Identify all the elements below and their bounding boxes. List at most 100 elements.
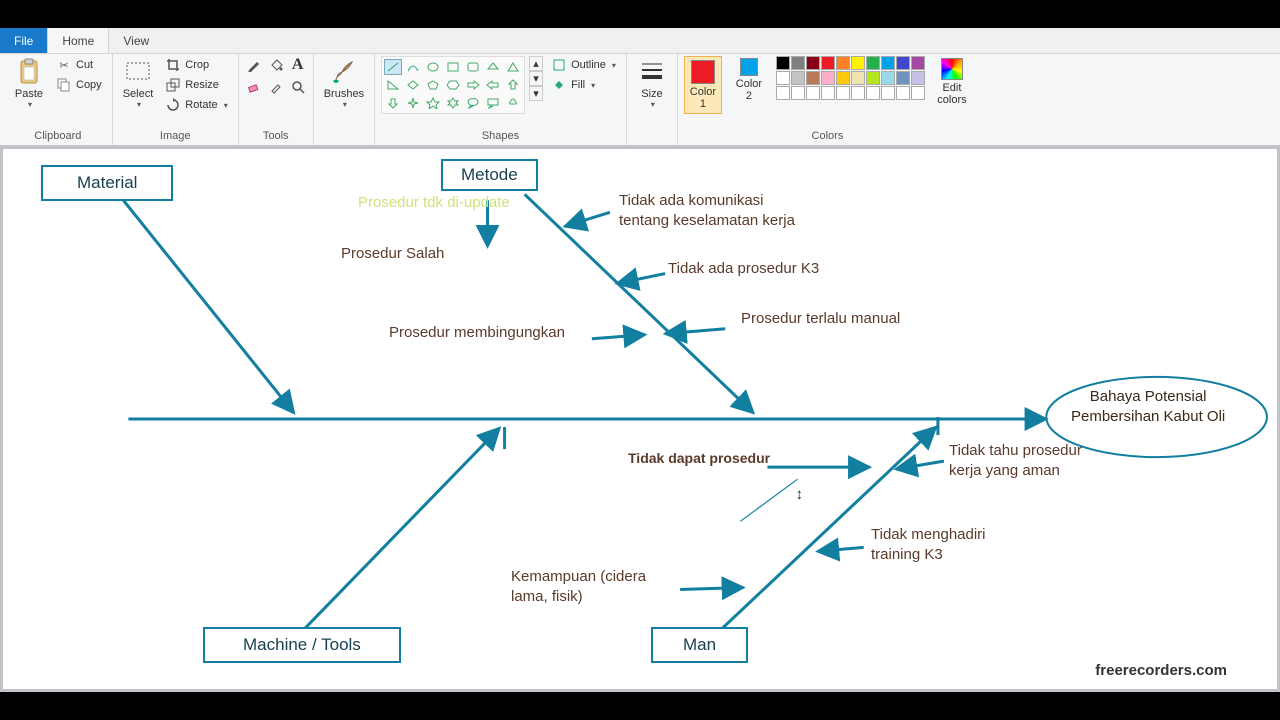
group-shapes-label: Shapes bbox=[381, 128, 620, 145]
brushes-button[interactable]: Brushes ▾ bbox=[320, 56, 368, 111]
color-swatch[interactable] bbox=[896, 56, 910, 70]
color-swatch[interactable] bbox=[851, 56, 865, 70]
color-swatch[interactable] bbox=[881, 56, 895, 70]
magnifier-tool[interactable] bbox=[289, 78, 307, 96]
shape-diamond[interactable] bbox=[404, 77, 422, 93]
crop-button[interactable]: Crop bbox=[161, 56, 231, 74]
color-swatch[interactable] bbox=[836, 71, 850, 85]
shape-roundrect[interactable] bbox=[464, 59, 482, 75]
shape-rect[interactable] bbox=[444, 59, 462, 75]
color-swatch[interactable] bbox=[791, 56, 805, 70]
shape-callout-round[interactable] bbox=[464, 95, 482, 111]
shape-5star[interactable] bbox=[424, 95, 442, 111]
edit-colors-button[interactable]: Edit colors bbox=[933, 56, 971, 108]
svg-text:↕: ↕ bbox=[795, 486, 803, 503]
color-swatch[interactable] bbox=[896, 86, 910, 100]
shape-triangle[interactable] bbox=[504, 59, 522, 75]
color-swatch[interactable] bbox=[776, 56, 790, 70]
group-colors: Color 1 Color 2 Edit colors Colors bbox=[678, 54, 977, 145]
menubar: File Home View bbox=[0, 28, 1280, 54]
picker-tool[interactable] bbox=[267, 78, 285, 96]
rotate-button[interactable]: Rotate ▾ bbox=[161, 96, 231, 114]
color-swatch[interactable] bbox=[806, 71, 820, 85]
color-swatch[interactable] bbox=[806, 56, 820, 70]
menu-file[interactable]: File bbox=[0, 28, 47, 53]
outline-button[interactable]: Outline ▾ bbox=[547, 56, 620, 74]
color-swatch[interactable] bbox=[821, 71, 835, 85]
color-swatch[interactable] bbox=[836, 86, 850, 100]
fill-tool[interactable] bbox=[267, 56, 285, 74]
shapes-more[interactable]: ▾ bbox=[529, 86, 543, 101]
color-swatch[interactable] bbox=[791, 86, 805, 100]
category-machine: Machine / Tools bbox=[203, 627, 401, 663]
canvas[interactable]: ↕ Material Metode Machine / Tools Man Pr… bbox=[3, 149, 1277, 689]
shape-callout-rect[interactable] bbox=[484, 95, 502, 111]
resize-button[interactable]: Resize bbox=[161, 76, 231, 94]
menu-tab-home[interactable]: Home bbox=[47, 28, 109, 53]
shape-uarrow[interactable] bbox=[504, 77, 522, 93]
category-metode: Metode bbox=[441, 159, 538, 191]
label-tidak-prosedur-k3: Tidak ada prosedur K3 bbox=[668, 259, 819, 279]
color-swatch[interactable] bbox=[881, 86, 895, 100]
eraser-tool[interactable] bbox=[245, 78, 263, 96]
chevron-down-icon: ▾ bbox=[28, 100, 32, 109]
color2-button[interactable]: Color 2 bbox=[730, 56, 768, 104]
label-kemampuan: Kemampuan (cidera lama, fisik) bbox=[511, 567, 646, 608]
copy-button[interactable]: Copy bbox=[52, 76, 106, 94]
label-tidak-komunikasi: Tidak ada komunikasi tentang keselamatan… bbox=[619, 191, 795, 232]
color-palette bbox=[776, 56, 925, 100]
color-swatch[interactable] bbox=[791, 71, 805, 85]
group-clipboard-label: Clipboard bbox=[10, 128, 106, 145]
color1-swatch bbox=[691, 60, 715, 84]
cut-button[interactable]: ✂ Cut bbox=[52, 56, 106, 74]
color-swatch[interactable] bbox=[821, 86, 835, 100]
color-swatch[interactable] bbox=[851, 86, 865, 100]
rotate-icon bbox=[165, 97, 181, 113]
shape-larrow[interactable] bbox=[484, 77, 502, 93]
size-button[interactable]: Size ▾ bbox=[633, 56, 671, 111]
color-swatch[interactable] bbox=[911, 86, 925, 100]
shape-pentagon[interactable] bbox=[424, 77, 442, 93]
color-swatch[interactable] bbox=[836, 56, 850, 70]
shape-line[interactable] bbox=[384, 59, 402, 75]
label-prosedur-salah: Prosedur Salah bbox=[341, 244, 444, 264]
shape-hexagon[interactable] bbox=[444, 77, 462, 93]
fill-button[interactable]: Fill ▾ bbox=[547, 76, 620, 94]
category-material: Material bbox=[41, 165, 173, 201]
shapes-scroll-up[interactable]: ▴ bbox=[529, 56, 543, 71]
shape-curve[interactable] bbox=[404, 59, 422, 75]
shapes-gallery[interactable] bbox=[381, 56, 525, 114]
paste-button[interactable]: Paste ▾ bbox=[10, 56, 48, 111]
text-tool[interactable]: A bbox=[289, 56, 307, 74]
shape-callout-cloud[interactable] bbox=[504, 95, 522, 111]
color-swatch[interactable] bbox=[776, 86, 790, 100]
color-swatch[interactable] bbox=[896, 71, 910, 85]
label-prosedur-update: Prosedur tdk di-update bbox=[358, 193, 510, 213]
shape-4star[interactable] bbox=[404, 95, 422, 111]
shape-rtriangle[interactable] bbox=[384, 77, 402, 93]
color-swatch[interactable] bbox=[866, 86, 880, 100]
color-swatch[interactable] bbox=[851, 71, 865, 85]
resize-icon bbox=[165, 77, 181, 93]
chevron-down-icon: ▾ bbox=[651, 100, 655, 109]
select-button[interactable]: Select ▾ bbox=[119, 56, 158, 111]
color-swatch[interactable] bbox=[821, 56, 835, 70]
shape-oval[interactable] bbox=[424, 59, 442, 75]
shape-6star[interactable] bbox=[444, 95, 462, 111]
color-swatch[interactable] bbox=[776, 71, 790, 85]
shape-polygon[interactable] bbox=[484, 59, 502, 75]
color-swatch[interactable] bbox=[881, 71, 895, 85]
color-swatch[interactable] bbox=[911, 71, 925, 85]
color-swatch[interactable] bbox=[911, 56, 925, 70]
color-swatch[interactable] bbox=[866, 56, 880, 70]
color1-button[interactable]: Color 1 bbox=[684, 56, 722, 114]
shapes-scroll-down[interactable]: ▾ bbox=[529, 71, 543, 86]
color-swatch[interactable] bbox=[866, 71, 880, 85]
group-colors-label: Colors bbox=[684, 128, 971, 145]
group-image: Select ▾ Crop Resize bbox=[113, 54, 239, 145]
pencil-tool[interactable] bbox=[245, 56, 263, 74]
shape-darrow[interactable] bbox=[384, 95, 402, 111]
shape-rarrow[interactable] bbox=[464, 77, 482, 93]
color-swatch[interactable] bbox=[806, 86, 820, 100]
menu-tab-view[interactable]: View bbox=[109, 28, 164, 53]
